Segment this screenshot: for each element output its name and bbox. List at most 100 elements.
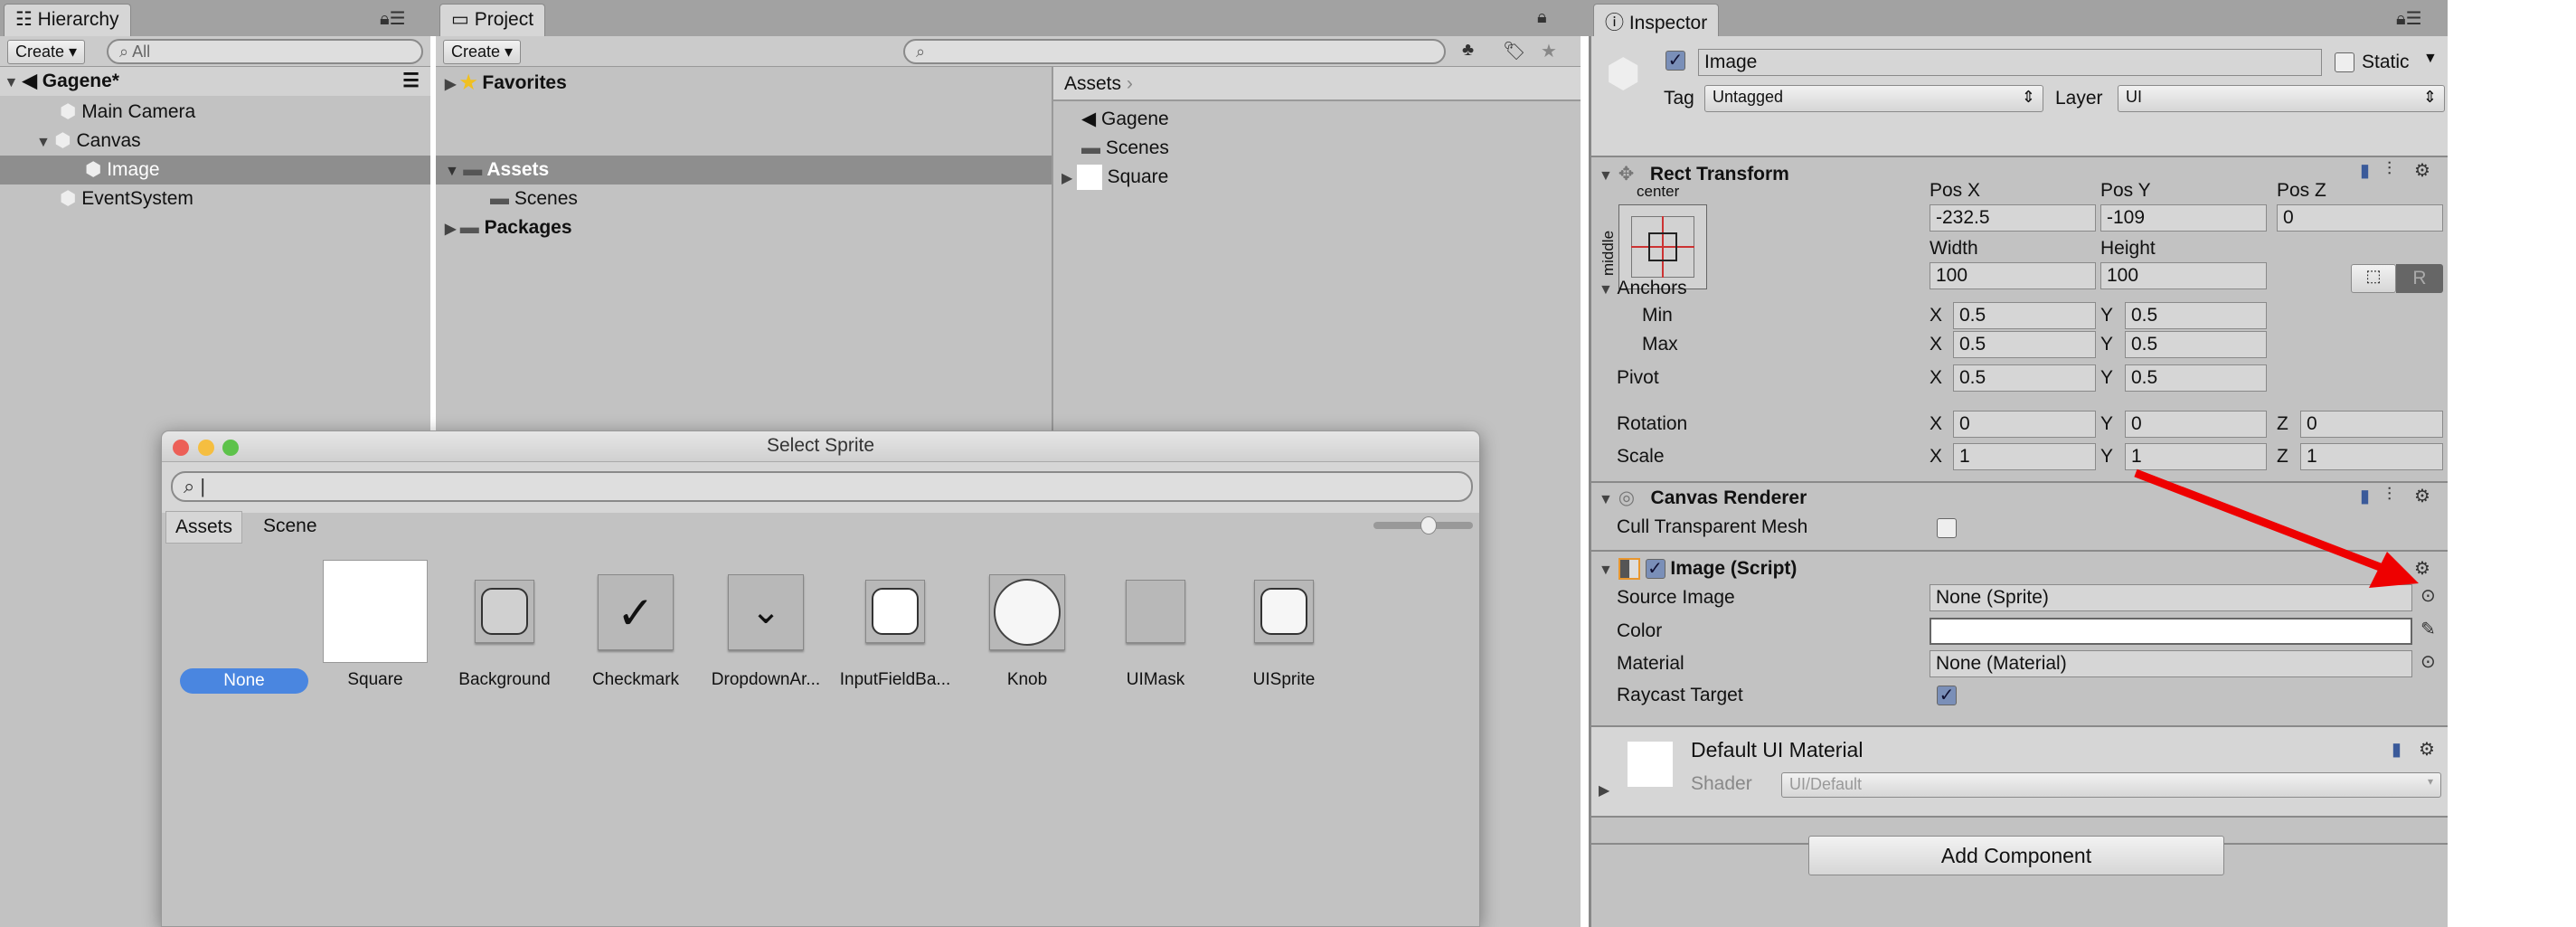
annotation-arrow <box>2134 468 2419 588</box>
star-icon: ★ <box>459 72 477 93</box>
folder-icon: ▬ <box>463 159 483 180</box>
image-script-header[interactable]: ▼ ✓ Image (Script) <box>1599 555 1797 584</box>
uimask-thumbnail[interactable] <box>1126 580 1185 643</box>
layer-dropdown[interactable]: UI ⇕ <box>2118 85 2445 112</box>
rect-transform-header[interactable]: ▼ ✥ Rect Transform <box>1599 161 1789 190</box>
tree-assets[interactable]: ▼ ▬ Assets <box>436 156 1052 184</box>
hierarchy-item-canvas[interactable]: ▼ ⬢ Canvas <box>36 127 141 156</box>
width-input[interactable]: 100 <box>1930 262 2096 289</box>
shader-dropdown[interactable]: UI/Default ▾ <box>1781 772 2441 798</box>
tree-packages[interactable]: ▶ ▬ Packages <box>445 213 572 242</box>
shader-label: Shader <box>1691 773 1752 794</box>
zoom-slider-thumb[interactable] <box>1420 516 1437 534</box>
static-checkbox[interactable] <box>2335 52 2354 72</box>
scale-x-input[interactable]: 1 <box>1953 443 2096 470</box>
raw-edit-button[interactable]: R <box>2396 264 2443 293</box>
knob-thumbnail[interactable] <box>989 574 1065 650</box>
sprite-search-input[interactable]: ⌕ | <box>171 471 1473 502</box>
image-component-icon <box>1618 558 1640 581</box>
file-square[interactable]: ▶ Square <box>1062 163 1168 192</box>
raycast-target-label: Raycast Target <box>1617 685 1743 705</box>
cull-checkbox[interactable] <box>1937 518 1957 538</box>
hierarchy-item-image[interactable]: ⬢ Image <box>0 156 430 184</box>
sprite-item-none[interactable]: None <box>180 668 308 694</box>
tab-scene[interactable]: Scene <box>263 513 317 540</box>
project-create-button[interactable]: Create ▾ <box>443 40 522 64</box>
static-dropdown-icon[interactable]: ▼ <box>2423 51 2438 67</box>
unity-scene-icon: ◀ <box>22 71 37 91</box>
pos-y-input[interactable]: -109 <box>2100 204 2267 232</box>
active-checkbox[interactable]: ✓ <box>1665 51 1685 71</box>
square-thumbnail[interactable] <box>323 560 428 663</box>
max-label: Max <box>1642 334 1678 355</box>
image-enabled-checkbox[interactable]: ✓ <box>1645 559 1665 580</box>
sprite-item-label: DropdownAr... <box>711 670 821 689</box>
pivot-y-input[interactable]: 0.5 <box>2125 364 2267 392</box>
project-search-input[interactable]: ⌕ <box>903 39 1446 64</box>
object-name-input[interactable]: Image <box>1698 49 2322 76</box>
breadcrumb[interactable]: Assets › <box>1053 67 1581 101</box>
tree-scenes[interactable]: ▬ Scenes <box>490 184 578 213</box>
rect-transform-icon: ✥ <box>1618 164 1635 184</box>
project-toolbar: Create ▾ ⌕ ♣ 🏷︎ ★ <box>436 36 1581 67</box>
anchor-max-y-input[interactable]: 0.5 <box>2125 331 2267 358</box>
gear-icon[interactable]: ⚙ <box>2419 738 2435 761</box>
raycast-target-checkbox[interactable]: ✓ <box>1937 686 1957 705</box>
uisprite-thumbnail[interactable] <box>1254 580 1314 643</box>
hierarchy-search-input[interactable]: ⌕ All <box>107 39 423 64</box>
rotation-x-input[interactable]: 0 <box>1953 411 2096 438</box>
file-scenes[interactable]: ▬ Scenes <box>1081 134 1169 163</box>
material-foldout-icon[interactable]: ▶ <box>1599 781 1609 799</box>
color-field[interactable] <box>1930 618 2412 645</box>
help-book-icon[interactable]: ▮ <box>2392 738 2401 761</box>
sprite-item-label: Square <box>347 670 403 689</box>
file-gagene[interactable]: ◀ Gagene <box>1081 105 1169 134</box>
dropdown-arrow-thumbnail[interactable]: ⌄ <box>728 574 804 650</box>
material-field[interactable]: None (Material) <box>1930 650 2412 677</box>
anchor-v-label: middle <box>1599 230 1618 277</box>
filter-by-label-icon[interactable]: 🏷︎ <box>1503 40 1525 62</box>
lock-icon[interactable]: 🔒︎☰ <box>380 7 406 30</box>
anchor-min-y-input[interactable]: 0.5 <box>2125 302 2267 329</box>
blueprint-mode-button[interactable]: ⬚ <box>2351 264 2396 293</box>
pos-x-input[interactable]: -232.5 <box>1930 204 2096 232</box>
anchors-foldout[interactable]: ▼ Anchors <box>1599 275 1687 304</box>
hierarchy-item-main-camera[interactable]: ⬢ Main Camera <box>60 98 195 127</box>
gear-icon[interactable]: ⚙ <box>2414 159 2430 182</box>
height-input[interactable]: 100 <box>2100 262 2267 289</box>
background-thumbnail[interactable] <box>475 580 534 643</box>
rotation-z-input[interactable]: 0 <box>2300 411 2443 438</box>
tab-inspector[interactable]: ⓘ Inspector <box>1593 4 1720 36</box>
help-book-icon[interactable]: ▮ <box>2360 159 2370 182</box>
tab-hierarchy[interactable]: ☷ Hierarchy <box>4 4 131 36</box>
tag-dropdown[interactable]: Untagged ⇕ <box>1704 85 2043 112</box>
pos-x-label: Pos X <box>1930 180 1981 201</box>
anchor-max-x-input[interactable]: 0.5 <box>1953 331 2096 358</box>
lock-icon[interactable]: 🔒︎☰ <box>2396 7 2422 30</box>
pos-z-input[interactable]: 0 <box>2277 204 2443 232</box>
tab-project[interactable]: ▭ Project <box>439 4 546 36</box>
filter-by-type-icon[interactable]: ♣ <box>1462 40 1474 61</box>
preset-icon[interactable]: ⫶ <box>2387 159 2392 180</box>
anchor-min-x-input[interactable]: 0.5 <box>1953 302 2096 329</box>
scene-menu-icon[interactable]: ☰ <box>402 67 420 96</box>
inputfield-thumbnail[interactable] <box>865 580 925 643</box>
canvas-renderer-header[interactable]: ▼ ◎ Canvas Renderer <box>1599 485 1807 514</box>
checkmark-thumbnail[interactable]: ✓ <box>598 574 674 650</box>
rotation-y-input[interactable]: 0 <box>2125 411 2267 438</box>
eyedropper-icon[interactable]: ✎ <box>2420 618 2436 640</box>
pivot-x-input[interactable]: 0.5 <box>1953 364 2096 392</box>
favorite-star-icon[interactable]: ★ <box>1541 40 1557 62</box>
tree-favorites[interactable]: ▶ ★ Favorites <box>445 69 567 98</box>
width-label: Width <box>1930 238 1978 259</box>
hierarchy-create-button[interactable]: Create ▾ <box>7 40 86 64</box>
scene-row[interactable]: ▼ ◀ Gagene* ☰ <box>0 67 430 96</box>
tab-assets[interactable]: Assets <box>165 511 243 544</box>
select-sprite-dialog: Select Sprite ⌕ | Assets Scene None Squa… <box>161 430 1480 927</box>
tree-label: Favorites <box>482 72 567 93</box>
y-label: Y <box>2100 305 2114 326</box>
lock-icon[interactable]: 🔒︎ <box>1537 7 1547 28</box>
hierarchy-item-eventsystem[interactable]: ⬢ EventSystem <box>60 184 193 213</box>
object-picker-icon[interactable]: ⊙ <box>2420 650 2436 673</box>
add-component-button[interactable]: Add Component <box>1808 836 2224 875</box>
